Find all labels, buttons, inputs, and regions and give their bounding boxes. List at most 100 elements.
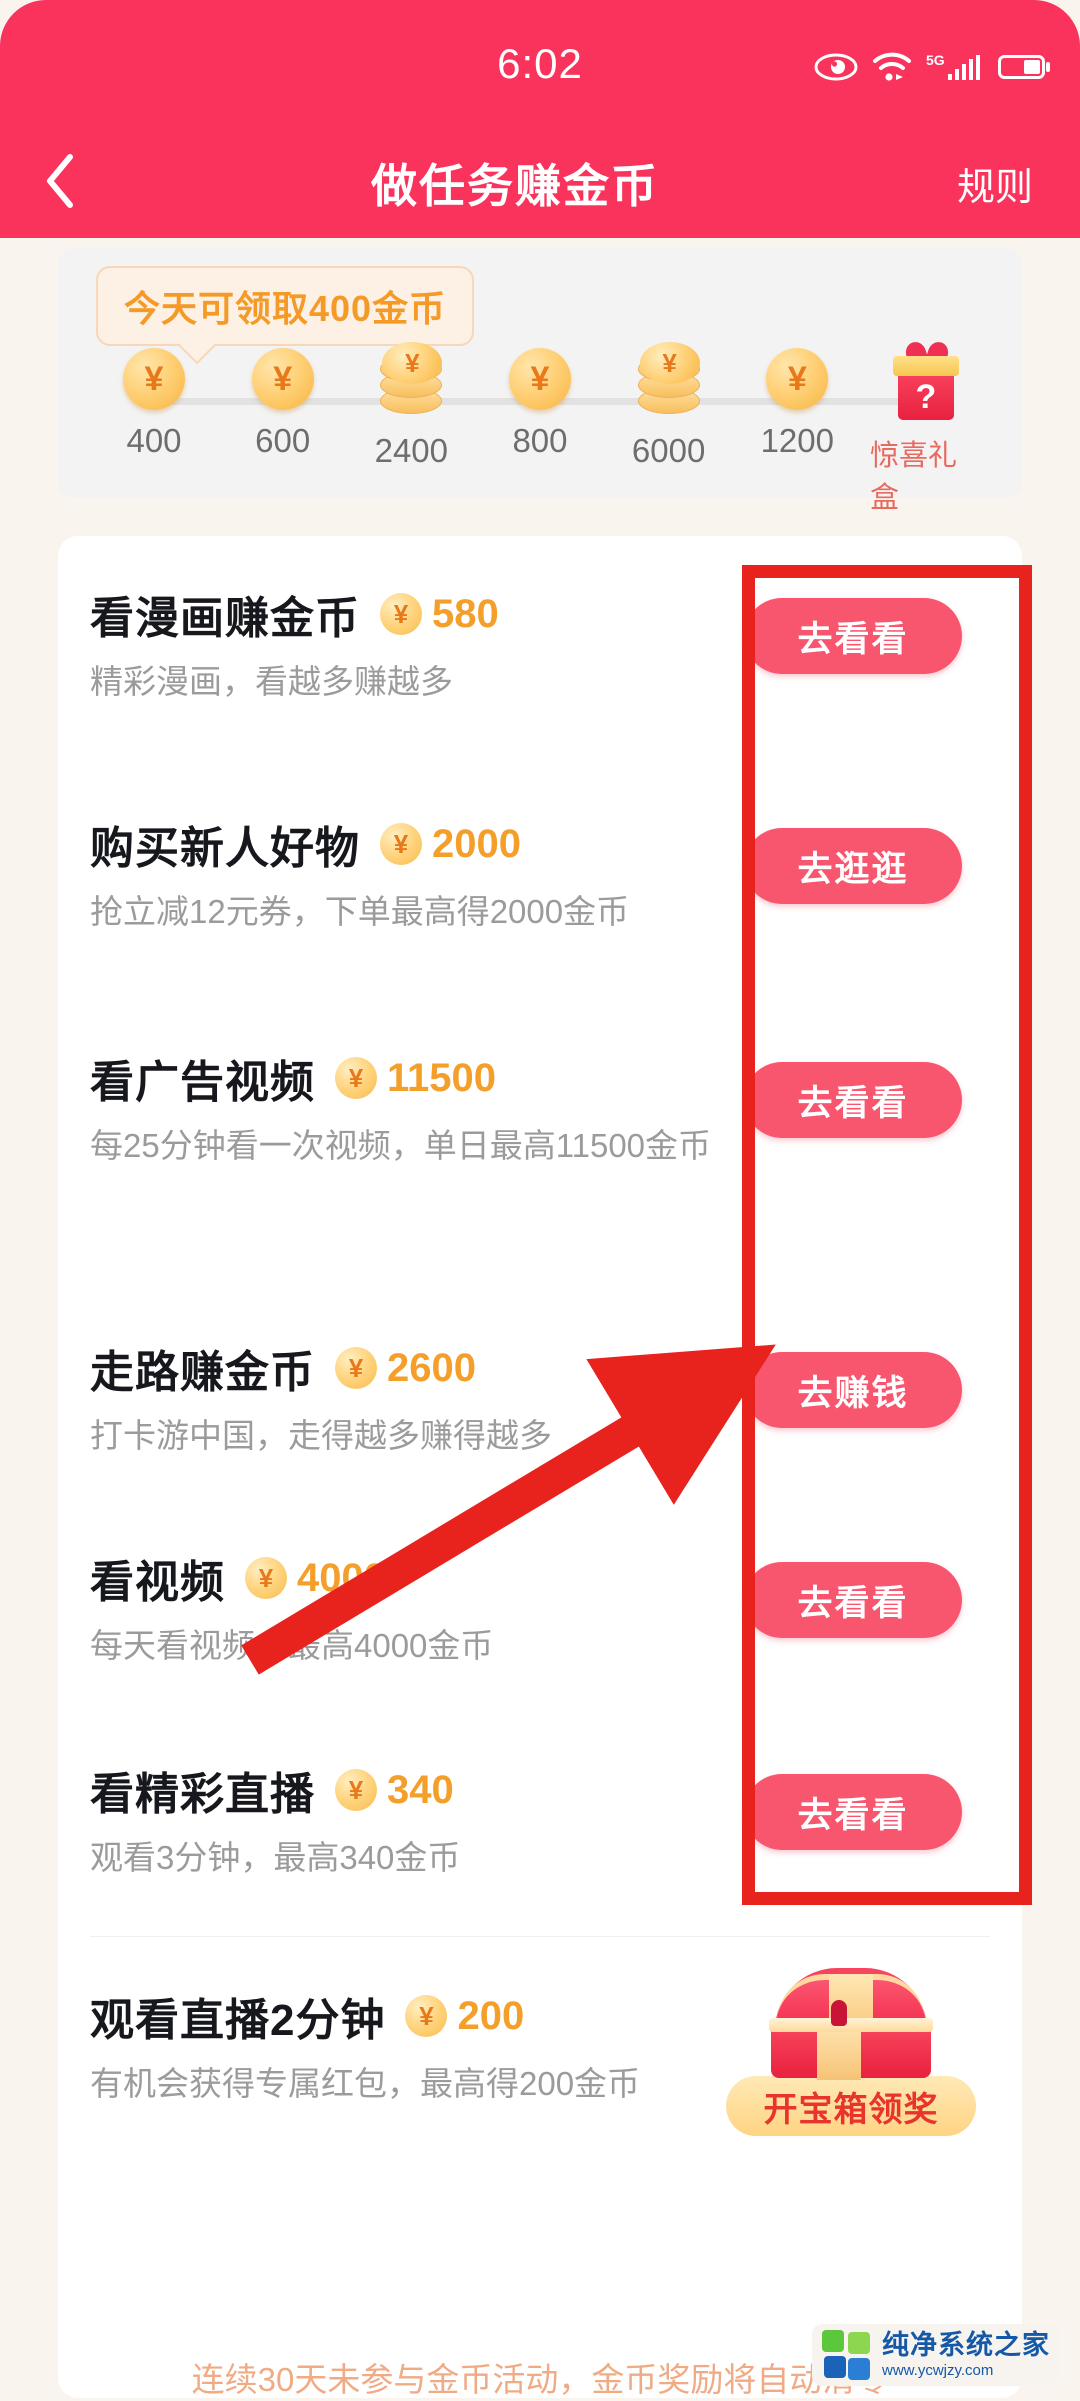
page-title: 做任务赚金币: [371, 160, 659, 212]
wifi-icon: [872, 52, 912, 87]
coin-stack-icon: ¥: [632, 342, 706, 420]
progress-step-label: 600: [255, 422, 311, 459]
daily-tip-text: 今天可领取400金币: [124, 288, 447, 329]
task-action-button[interactable]: 去看看: [744, 1774, 962, 1850]
app-header: 做任务赚金币 规则: [0, 128, 1080, 238]
task-title: 看漫画赚金币: [90, 594, 360, 643]
task-info: 观看直播2分钟 ¥ 200 有机会获得专属红包，最高得200金币: [58, 1984, 758, 2106]
task-info: 购买新人好物 ¥ 2000 抢立减12元券，下单最高得2000金币: [58, 812, 758, 934]
task-action-button[interactable]: 去看看: [744, 1062, 962, 1138]
coin-icon: ¥: [405, 1995, 448, 2037]
coin-stack-symbol: ¥: [382, 342, 443, 384]
treasure-chest-icon: [761, 1960, 941, 2090]
coin-icon: ¥: [335, 1769, 377, 1811]
task-subtitle: 每25分钟看一次视频，单日最高11500金币: [90, 1127, 712, 1164]
task-reward: 2600: [387, 1345, 476, 1390]
watermark-text: 纯净系统之家 www.ycwjzy.com: [882, 2330, 1050, 2379]
task-title-line: 看精彩直播 ¥ 340: [90, 1758, 758, 1822]
progress-step[interactable]: ¥ 2400: [355, 342, 467, 470]
watermark-name: 纯净系统之家: [882, 2330, 1050, 2360]
back-button[interactable]: [0, 128, 120, 238]
progress-step[interactable]: ¥ 800: [484, 348, 596, 460]
task-row[interactable]: 看广告视频 ¥ 11500 每25分钟看一次视频，单日最高11500金币 去看看: [58, 1046, 1022, 1168]
task-title: 看精彩直播: [90, 1770, 315, 1819]
daily-progress-card: 今天可领取400金币 ¥ 400 ¥ 600 ¥ 2400 ¥ 800 ¥ 60…: [58, 248, 1022, 514]
status-icons: 5G: [814, 52, 1052, 87]
task-row[interactable]: 走路赚金币 ¥ 2600 打卡游中国，走得越多赚得越多 去赚钱: [58, 1336, 1022, 1458]
status-bar: 6:02 5G: [0, 0, 1080, 128]
task-row[interactable]: 购买新人好物 ¥ 2000 抢立减12元券，下单最高得2000金币 去逛逛: [58, 812, 1022, 934]
progress-step-label: 400: [126, 422, 182, 459]
daily-tip-bubble: 今天可领取400金币: [96, 266, 475, 346]
coin-stack-icon: ¥: [374, 342, 448, 420]
task-reward: 200: [457, 1993, 525, 2038]
svg-text:5G: 5G: [926, 52, 945, 68]
progress-step[interactable]: ¥ 1200: [741, 348, 853, 460]
task-title-line: 看广告视频 ¥ 11500: [90, 1046, 758, 1110]
task-action-button[interactable]: 去看看: [744, 1562, 962, 1638]
progress-step[interactable]: ¥ 6000: [613, 342, 725, 470]
task-subtitle: 每天看视频，最高4000金币: [90, 1627, 494, 1664]
open-chest-button[interactable]: 开宝箱领奖: [726, 1960, 976, 2136]
progress-step-label: 800: [512, 422, 568, 459]
task-title: 走路赚金币: [90, 1348, 315, 1397]
task-title-line: 购买新人好物 ¥ 2000: [90, 812, 758, 876]
task-row[interactable]: 看精彩直播 ¥ 340 观看3分钟，最高340金币 去看看: [58, 1758, 1022, 1880]
progress-step-label: 惊喜礼盒: [869, 440, 957, 514]
task-info: 看广告视频 ¥ 11500 每25分钟看一次视频，单日最高11500金币: [58, 1046, 758, 1168]
task-subtitle: 精彩漫画，看越多赚越多: [90, 663, 453, 700]
progress-step-label: 1200: [760, 422, 834, 459]
coin-icon: ¥: [380, 593, 422, 635]
task-info: 看精彩直播 ¥ 340 观看3分钟，最高340金币: [58, 1758, 758, 1880]
watermark-url: www.ycwjzy.com: [882, 2362, 994, 2379]
task-info: 走路赚金币 ¥ 2600 打卡游中国，走得越多赚得越多: [58, 1336, 758, 1458]
list-divider: [90, 1936, 990, 1937]
task-action-button[interactable]: 去赚钱: [744, 1352, 962, 1428]
task-row[interactable]: 看漫画赚金币 ¥ 580 精彩漫画，看越多赚越多 去看看: [58, 582, 1022, 704]
coin-icon: ¥: [335, 1057, 377, 1099]
coin-icon: ¥: [380, 823, 422, 865]
task-reward: 340: [387, 1767, 454, 1812]
rules-button[interactable]: 规则: [910, 156, 1080, 211]
progress-step[interactable]: ¥ 600: [227, 348, 339, 460]
task-title-line: 观看直播2分钟 ¥ 200: [90, 1984, 758, 2048]
task-subtitle: 观看3分钟，最高340金币: [90, 1839, 461, 1876]
task-reward: 2000: [432, 821, 521, 866]
watermark: 纯净系统之家 www.ycwjzy.com: [812, 2324, 1060, 2386]
task-action-button[interactable]: 去看看: [744, 598, 962, 674]
watermark-logo-icon: [822, 2330, 872, 2380]
scroll-content: 今天可领取400金币 ¥ 400 ¥ 600 ¥ 2400 ¥ 800 ¥ 60…: [0, 238, 1080, 2400]
task-title: 购买新人好物: [90, 824, 360, 873]
gift-question-mark: ?: [915, 378, 937, 416]
coin-icon: ¥: [766, 348, 829, 410]
progress-step[interactable]: ¥ 400: [98, 348, 210, 460]
coin-icon: ¥: [123, 348, 185, 410]
coin-icon: ¥: [245, 1557, 287, 1599]
eye-icon: [814, 53, 858, 86]
task-title: 看视频: [90, 1558, 225, 1607]
gift-box-icon: ?: [890, 339, 962, 420]
task-row[interactable]: 观看直播2分钟 ¥ 200 有机会获得专属红包，最高得200金币 开宝箱领奖: [58, 1968, 1022, 2136]
progress-step-gift[interactable]: ? 惊喜礼盒: [869, 339, 982, 516]
coin-icon: ¥: [335, 1347, 377, 1389]
progress-step-label: 2400: [374, 432, 449, 469]
task-row[interactable]: 看视频 ¥ 4000 每天看视频，最高4000金币 去看看: [58, 1546, 1022, 1668]
network-type-label: 5G: [926, 52, 984, 87]
task-subtitle: 有机会获得专属红包，最高得200金币: [90, 2065, 641, 2102]
task-list: 看漫画赚金币 ¥ 580 精彩漫画，看越多赚越多 去看看 购买新人好物 ¥ 20…: [58, 536, 1022, 2398]
task-info: 看漫画赚金币 ¥ 580 精彩漫画，看越多赚越多: [58, 582, 758, 704]
task-action-button[interactable]: 去逛逛: [744, 828, 962, 904]
task-reward: 11500: [387, 1055, 497, 1100]
progress-step-label: 6000: [631, 432, 706, 469]
task-reward: 4000: [297, 1555, 386, 1600]
task-subtitle: 抢立减12元券，下单最高得2000金币: [90, 893, 630, 930]
task-info: 看视频 ¥ 4000 每天看视频，最高4000金币: [58, 1546, 758, 1668]
task-title-line: 走路赚金币 ¥ 2600: [90, 1336, 758, 1400]
coin-icon: ¥: [251, 348, 314, 410]
task-title-line: 看漫画赚金币 ¥ 580: [90, 582, 758, 646]
chevron-left-icon: [42, 151, 78, 216]
task-title: 看广告视频: [90, 1058, 315, 1107]
progress-steps: ¥ 400 ¥ 600 ¥ 2400 ¥ 800 ¥ 6000 ¥ 1200 ?…: [98, 339, 982, 516]
task-title-line: 看视频 ¥ 4000: [90, 1546, 758, 1610]
coin-stack-symbol: ¥: [639, 342, 700, 384]
